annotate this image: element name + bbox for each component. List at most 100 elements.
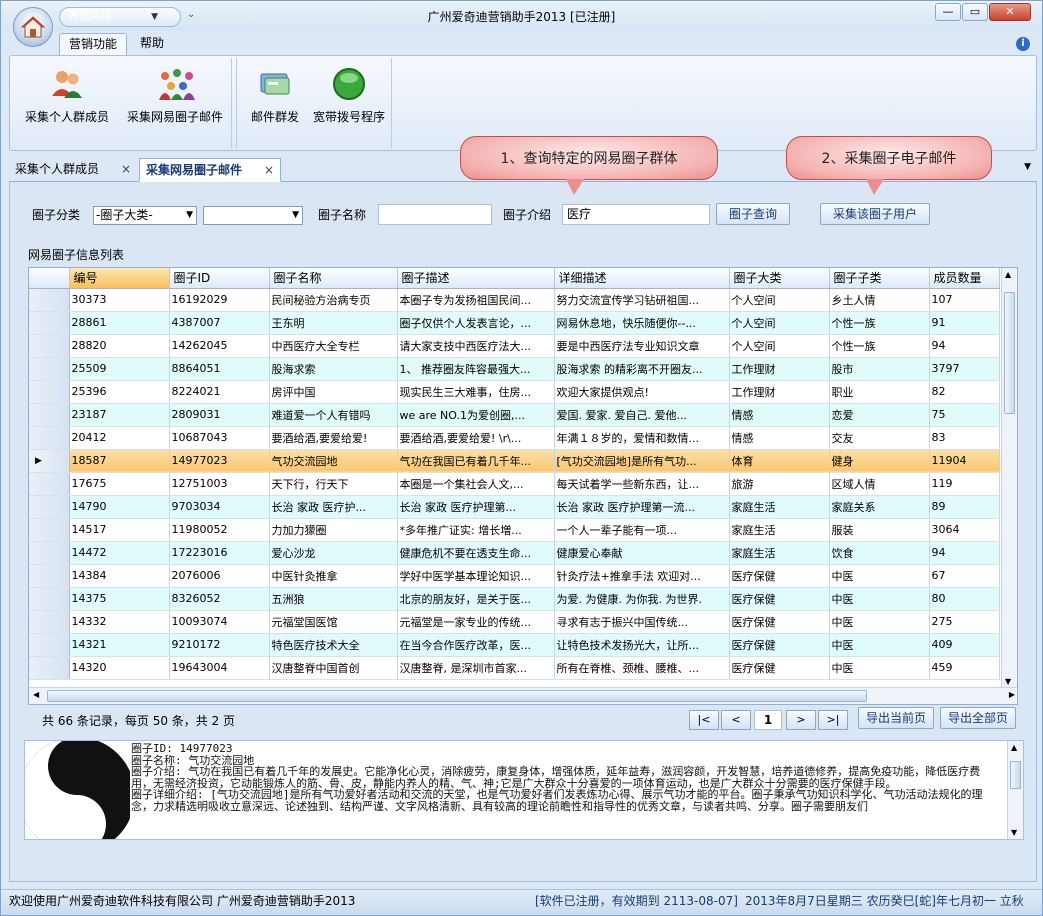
row-header[interactable] (29, 288, 70, 312)
table-cell: 中医针灸推拿 (269, 564, 398, 588)
table-row[interactable]: 28861 4387007 王东明 圈子仅供个人发表言论，... 网易休息地，快乐随便你… (29, 311, 1000, 335)
close-icon[interactable]: × (121, 162, 131, 176)
table-cell: 28820 (69, 334, 170, 358)
row-header[interactable] (29, 334, 70, 358)
column-header[interactable]: 圈子大类 (729, 268, 830, 289)
table-cell: 30373 (69, 288, 170, 312)
broadband-dialer-label: 宽带拨号程序 (312, 110, 385, 124)
row-header[interactable] (29, 311, 70, 335)
column-header[interactable]: 圈子名称 (269, 268, 398, 289)
info-icon[interactable]: i (1016, 37, 1030, 51)
table-cell: 家庭生活 (729, 541, 830, 565)
row-header[interactable] (29, 472, 70, 496)
table-row[interactable]: 14320 19643004 汉唐整脊中国首创 汉唐整脊, 是深圳市首家... 所有在脊… (29, 656, 1000, 680)
last-page-button[interactable]: >| (818, 710, 848, 730)
circle-query-button[interactable]: 圈子查询 (716, 203, 790, 225)
table-row[interactable]: 14790 9703034 长治 家政 医疗护... 长治 家政 医疗护理第... 长治… (29, 495, 1000, 519)
prev-page-button[interactable]: < (721, 710, 751, 730)
column-header[interactable]: 圈子ID (169, 268, 270, 289)
page-number-input[interactable]: 1 (754, 710, 782, 730)
row-header[interactable]: ▶ (29, 449, 70, 473)
first-page-button[interactable]: |< (689, 710, 719, 730)
chevron-right-icon[interactable]: ▶ (1009, 690, 1015, 699)
maximize-button[interactable]: ▭ (962, 3, 988, 21)
table-cell: 爱国. 爱家. 爱自己. 爱他... (554, 403, 730, 427)
chevron-up-icon[interactable]: ▲ (1005, 270, 1011, 279)
table-row[interactable]: 17675 12751003 天下行，行天下 本圈是一个集社会人文,... 每天试着学一… (29, 472, 1000, 496)
close-button[interactable]: ✕ (989, 3, 1031, 21)
chevron-down-icon[interactable]: ▼ (1024, 162, 1031, 172)
doctab-collect-circle-email-label: 采集网易圈子邮件 (146, 163, 243, 177)
export-all-pages-button[interactable]: 导出全部页 (940, 707, 1016, 729)
row-header[interactable] (29, 610, 70, 634)
column-header[interactable]: 圈子子类 (829, 268, 930, 289)
table-cell: 80 (929, 587, 1000, 611)
chevron-down-icon[interactable]: ▼ (1011, 828, 1017, 837)
table-row[interactable]: 23187 2809031 难道爱一个人有错吗 we are NO.1为爱创圈,...… (29, 403, 1000, 427)
tab-help[interactable]: 帮助 (131, 33, 173, 55)
column-header[interactable]: 编号 (69, 268, 170, 289)
doctab-collect-circle-email[interactable]: 采集网易圈子邮件 × (139, 158, 282, 182)
circle-intro-input[interactable]: 医疗 (562, 204, 710, 225)
minimize-button[interactable]: — (935, 3, 961, 21)
row-header[interactable] (29, 357, 70, 381)
grid-horizontal-scrollbar[interactable]: ◀ ▶ (29, 687, 1017, 704)
doctab-collect-members[interactable]: 采集个人群成员 × (9, 158, 137, 182)
table-cell: 医疗保健 (729, 564, 830, 588)
table-row[interactable]: 30373 16192029 民间秘验方治病专页 本圈子专为发扬祖国民间... 努力交流… (29, 288, 1000, 312)
export-current-page-button[interactable]: 导出当前页 (858, 707, 934, 729)
circle-name-input[interactable] (378, 204, 492, 225)
table-cell: 现实民生三大难事，住房... (397, 380, 555, 404)
mass-email-button[interactable]: 邮件群发 (243, 66, 307, 125)
row-header[interactable] (29, 564, 70, 588)
table-row[interactable]: 14321 9210172 特色医疗技术大全 在当今合作医疗改革，医... 让特色技术发… (29, 633, 1000, 657)
callout-collect: 2、采集圈子电子邮件 (786, 136, 992, 180)
row-header[interactable] (29, 633, 70, 657)
chevron-up-icon[interactable]: ▲ (1011, 743, 1017, 752)
table-cell: 让特色技术发扬光大，让所... (554, 633, 730, 657)
row-header[interactable] (29, 587, 70, 611)
table-row[interactable]: 14472 17223016 爱心沙龙 健康危机不要在透支生命... 健康爱心奉献 家庭生… (29, 541, 1000, 565)
table-row[interactable]: 14517 11980052 力加力獴圈 *多年推广证实: 增长増... 一个人一辈子… (29, 518, 1000, 542)
table-cell: 中医 (829, 610, 930, 634)
table-row[interactable]: 14384 2076006 中医针灸推拿 学好中医学基本理论知识... 针灸疗法+推拿… (29, 564, 1000, 588)
table-row[interactable]: ▶ 18587 14977023 气功交流园地 气功在我国已有着几千年... [气功交流园… (29, 449, 1000, 473)
next-page-button[interactable]: > (786, 710, 816, 730)
column-header[interactable]: 详细描述 (554, 268, 730, 289)
row-header[interactable] (29, 426, 70, 450)
status-bar: 欢迎使用广州爱奇迪软件科技有限公司 广州爱奇迪营销助手2013 [软件已注册，有… (1, 889, 1042, 915)
table-row[interactable]: 14332 10093074 元福堂国医馆 元福堂是一家专业的传统... 寻求有志于振兴… (29, 610, 1000, 634)
collect-members-button[interactable]: 采集个人群成员 (22, 66, 112, 125)
subcategory-select[interactable]: ▼ (203, 206, 303, 225)
row-header[interactable] (29, 656, 70, 680)
row-header[interactable] (29, 403, 70, 427)
row-header[interactable] (29, 518, 70, 542)
close-icon[interactable]: × (264, 163, 274, 177)
grid-horizontal-thumb[interactable] (47, 690, 867, 702)
collect-circle-email-button[interactable]: 采集网易圈子邮件 (122, 66, 228, 125)
table-cell: 91 (929, 311, 1000, 335)
grid-vertical-scrollbar[interactable]: ▲ ▼ (1001, 268, 1017, 688)
app-menu-button[interactable] (13, 7, 53, 47)
category-select[interactable]: -圈子大类- ▼ (93, 206, 197, 225)
detail-scrollbar[interactable]: ▲ ▼ (1007, 741, 1023, 839)
row-header[interactable] (29, 541, 70, 565)
broadband-dialer-button[interactable]: 宽带拨号程序 (309, 66, 389, 125)
chevron-left-icon[interactable]: ◀ (33, 690, 39, 699)
table-row[interactable]: 20412 10687043 要酒给酒,要爱给爱! 要酒给酒,要爱给爱! \r\...… (29, 426, 1000, 450)
table-row[interactable]: 25509 8864051 股海求索 1、 推荐圈友阵容最强大... 股海求索 的精彩离… (29, 357, 1000, 381)
table-cell: 23187 (69, 403, 170, 427)
tab-marketing[interactable]: 营销功能 (59, 33, 128, 55)
grid-vertical-thumb[interactable] (1004, 292, 1015, 414)
table-row[interactable]: 28820 14262045 中西医疗大全专栏 请大家支技中西医疗法大... 要是中西医… (29, 334, 1000, 358)
row-header[interactable] (29, 495, 70, 519)
table-row[interactable]: 14375 8326052 五洲狼 北京的朋友好，是关于医... 为爱. 为健康. 为你… (29, 587, 1000, 611)
column-header[interactable]: 圈子描述 (397, 268, 555, 289)
detail-scroll-thumb[interactable] (1010, 761, 1021, 789)
column-header[interactable]: 成员数量 (929, 268, 1000, 289)
collect-circle-users-button[interactable]: 采集该圈子用户 (820, 203, 930, 225)
table-cell: 欢迎大家提供观点! (554, 380, 730, 404)
chevron-down-icon[interactable]: ▼ (1005, 677, 1011, 686)
row-header[interactable] (29, 380, 70, 404)
table-row[interactable]: 25396 8224021 房评中国 现实民生三大难事，住房... 欢迎大家提供观点! 工… (29, 380, 1000, 404)
